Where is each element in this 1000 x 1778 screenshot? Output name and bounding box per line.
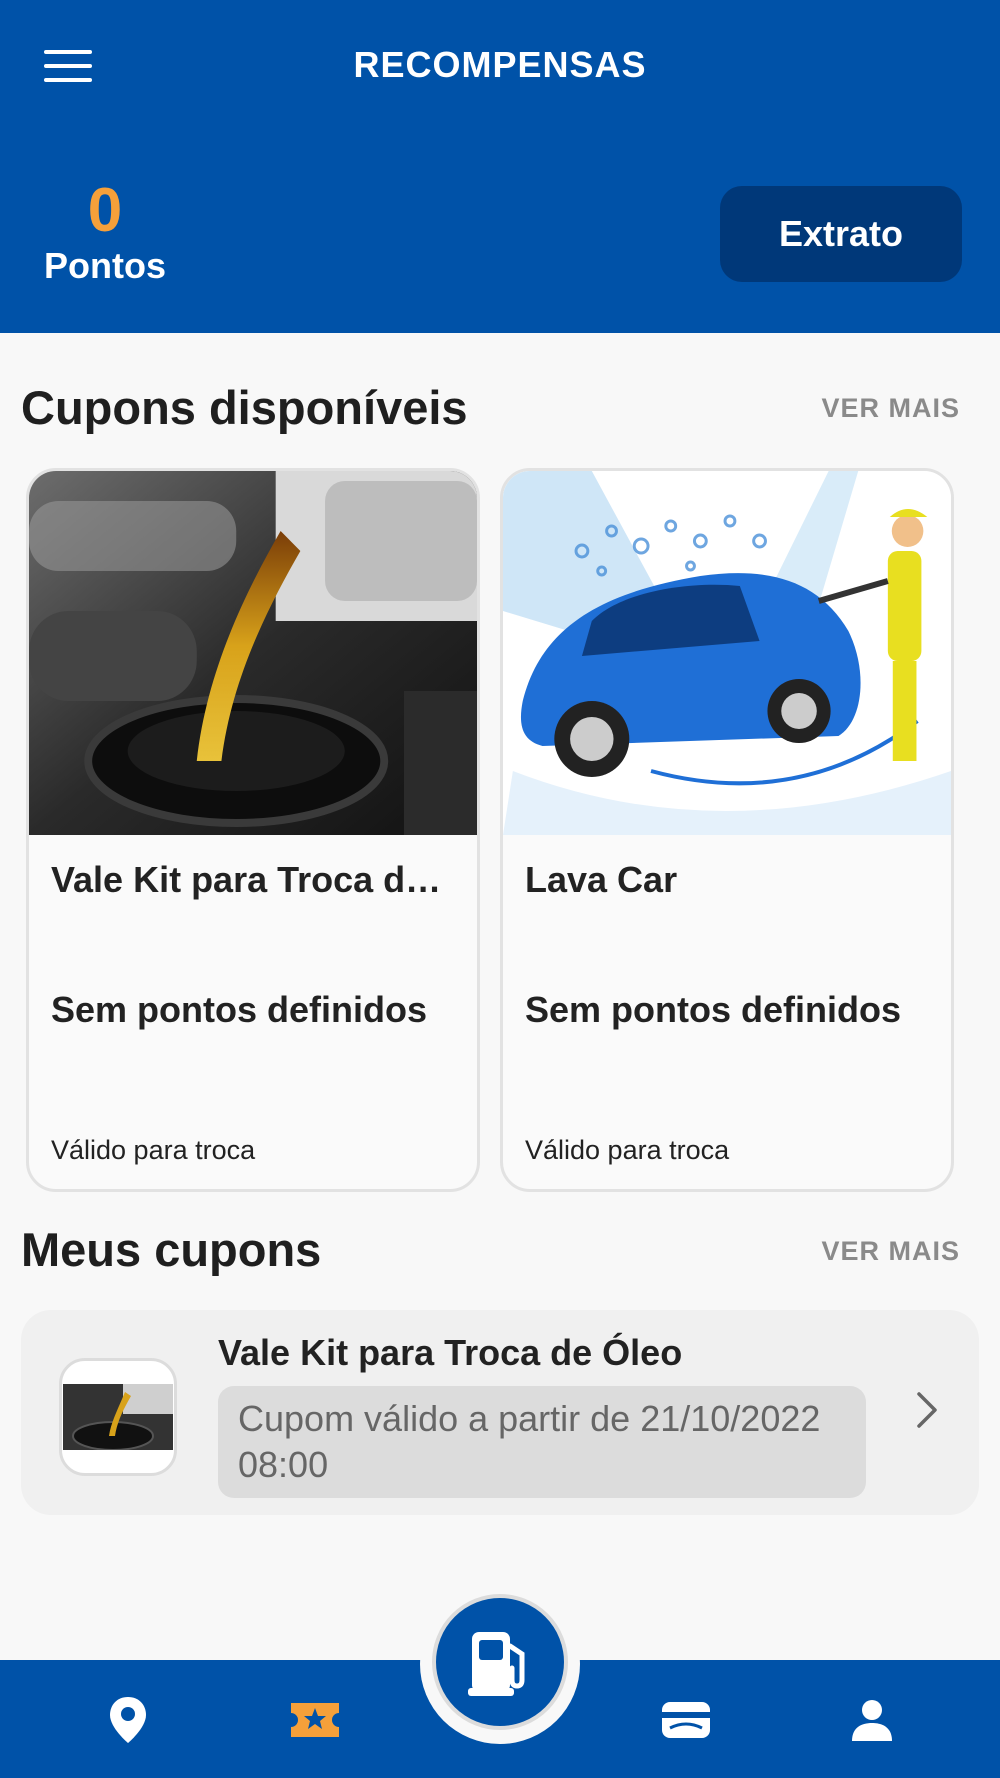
my-coupon-status: Cupom válido a partir de 21/10/2022 08:0…	[218, 1386, 866, 1498]
header: RECOMPENSAS 0 Pontos Extrato	[0, 0, 1000, 333]
my-coupons-see-more-link[interactable]: VER MAIS	[821, 1236, 960, 1267]
card-title: Vale Kit para Troca de Óleo	[51, 859, 461, 900]
person-icon[interactable]	[842, 1690, 902, 1750]
points-summary: 0 Pontos	[40, 176, 170, 286]
coupon-thumbnail	[59, 1358, 177, 1476]
fuel-pump-icon[interactable]	[432, 1594, 568, 1730]
my-coupons-title: Meus cupons	[21, 1223, 322, 1276]
card-icon[interactable]	[656, 1690, 716, 1750]
card-title: Lava Car	[525, 859, 678, 900]
coupon-card-oil[interactable]: Vale Kit para Troca de Óleo Sem pontos d…	[26, 468, 480, 1192]
extrato-button[interactable]: Extrato	[720, 186, 962, 282]
points-value: 0	[87, 176, 123, 245]
my-coupon-item[interactable]: Vale Kit para Troca de Óleo Cupom válido…	[21, 1310, 979, 1515]
card-points: Sem pontos definidos	[525, 989, 902, 1030]
points-label: Pontos	[44, 245, 166, 286]
page-title: RECOMPENSAS	[353, 44, 647, 85]
oil-change-image	[29, 471, 477, 835]
card-valid-label: Válido para troca	[51, 1135, 256, 1165]
chevron-right-icon	[917, 1392, 937, 1428]
available-see-more-link[interactable]: VER MAIS	[821, 393, 960, 424]
card-valid-label: Válido para troca	[525, 1135, 730, 1165]
available-coupons-title: Cupons disponíveis	[21, 381, 468, 434]
car-wash-image	[503, 471, 951, 835]
map-pin-icon[interactable]	[98, 1690, 158, 1750]
coupon-card-carwash[interactable]: Lava Car Sem pontos definidos Válido par…	[500, 468, 954, 1192]
coupon-star-icon[interactable]	[285, 1690, 345, 1750]
card-points: Sem pontos definidos	[51, 989, 428, 1030]
my-coupon-title: Vale Kit para Troca de Óleo	[218, 1332, 683, 1373]
